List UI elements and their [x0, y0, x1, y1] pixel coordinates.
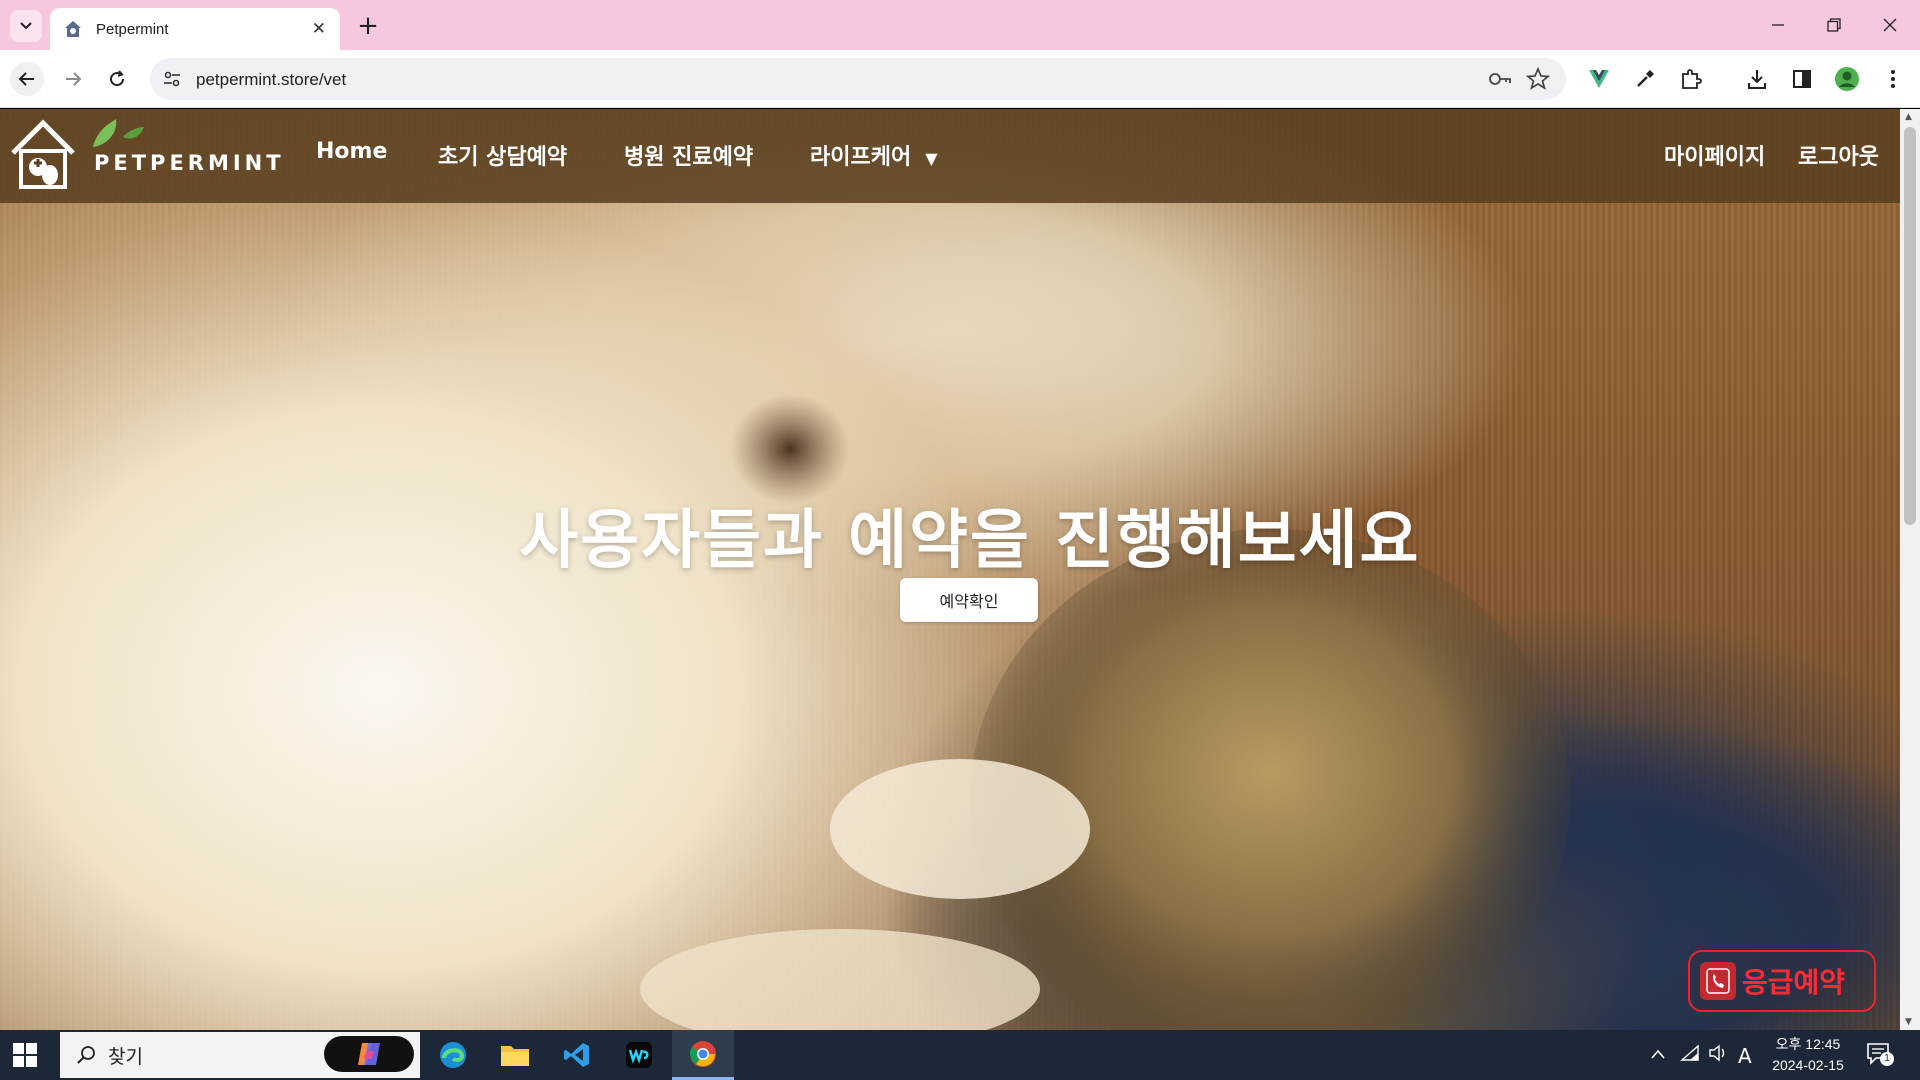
notification-count: 1 [1880, 1052, 1894, 1066]
clock-date: 2024-02-15 [1772, 1057, 1844, 1073]
address-bar[interactable]: petpermint.store/vet [150, 58, 1566, 100]
notification-center-button[interactable]: 1 [1866, 1042, 1896, 1068]
minimize-button[interactable] [1750, 0, 1806, 50]
input-method-indicator[interactable]: A [1738, 1044, 1752, 1068]
nav-lifecare-label: 라이프케어 [810, 145, 912, 170]
kebab-menu-icon[interactable] [1880, 66, 1906, 92]
nav-clinic-reservation[interactable]: 병원 진료예약 [624, 139, 753, 171]
browser-toolbar: petpermint.store/vet [0, 50, 1920, 108]
taskbar-webstorm[interactable] [610, 1030, 668, 1080]
restore-button[interactable] [1806, 0, 1862, 50]
hero-background-image: PETPERMINT Home 초기 상담예약 병원 진료예약 라이프케어 ▼ 마… [0, 109, 1900, 1030]
nav-home[interactable]: Home [316, 139, 387, 164]
page-scrollbar[interactable]: ▲ ▼ [1900, 109, 1920, 1030]
nav-logout[interactable]: 로그아웃 [1798, 139, 1879, 171]
side-panel-icon[interactable] [1789, 66, 1815, 92]
scroll-down-arrow-icon[interactable]: ▼ [1905, 1017, 1912, 1027]
close-window-button[interactable] [1862, 0, 1918, 50]
close-icon [1883, 18, 1897, 32]
back-button[interactable] [10, 62, 44, 96]
browser-tab[interactable]: Petpermint ✕ [50, 8, 340, 50]
volume-icon[interactable] [1708, 1044, 1728, 1067]
site-header: PETPERMINT Home 초기 상담예약 병원 진료예약 라이프케어 ▼ 마… [0, 109, 1900, 203]
nav-initial-consultation[interactable]: 초기 상담예약 [438, 139, 567, 171]
taskbar-clock[interactable]: 오후 12:45 2024-02-15 [1760, 1034, 1856, 1076]
vue-devtools-extension-icon[interactable] [1586, 66, 1612, 92]
petpermint-logo[interactable]: PETPERMINT [8, 117, 281, 197]
arrow-right-icon [66, 72, 82, 86]
nav-lifecare[interactable]: 라이프케어 ▼ [810, 139, 938, 171]
clock-time: 오후 12:45 [1775, 1036, 1841, 1052]
forward-button[interactable] [56, 62, 90, 96]
download-icon[interactable] [1744, 66, 1770, 92]
bookmark-star-icon[interactable] [1526, 67, 1550, 91]
edge-browser-icon [440, 1042, 466, 1068]
taskbar-edge[interactable] [424, 1030, 482, 1080]
chevron-down-icon [20, 22, 32, 30]
tab-close-button[interactable]: ✕ [312, 19, 326, 39]
phone-icon [1700, 962, 1736, 1000]
house-pet-logo-icon [11, 119, 75, 189]
windows-taskbar: 찾기 A 오후 12:45 2024-02-15 1 [0, 1030, 1920, 1080]
copilot-button[interactable] [324, 1036, 414, 1072]
nav-mypage[interactable]: 마이페이지 [1664, 139, 1765, 171]
dropdown-caret-icon: ▼ [925, 149, 938, 168]
scrollbar-thumb[interactable] [1904, 127, 1916, 525]
chrome-icon [690, 1040, 716, 1067]
show-hidden-icons-chevron-icon[interactable] [1650, 1044, 1666, 1065]
copilot-icon [358, 1043, 380, 1065]
arrow-left-icon [18, 72, 34, 86]
taskbar-file-explorer[interactable] [486, 1030, 544, 1080]
folder-icon [501, 1046, 529, 1066]
site-settings-icon [164, 71, 180, 87]
url-text: petpermint.store/vet [196, 70, 347, 89]
password-key-icon[interactable] [1488, 69, 1512, 89]
petpermint-favicon-icon [65, 21, 81, 37]
scroll-up-arrow-icon[interactable]: ▲ [1905, 112, 1912, 122]
extensions-puzzle-icon[interactable] [1678, 66, 1704, 92]
tab-title: Petpermint [96, 20, 169, 38]
emergency-label: 응급예약 [1742, 966, 1846, 999]
page-viewport: PETPERMINT Home 초기 상담예약 병원 진료예약 라이프케어 ▼ 마… [0, 109, 1900, 1030]
reload-icon [110, 70, 125, 87]
logo-text: PETPERMINT [94, 151, 285, 175]
profile-avatar-icon[interactable] [1834, 66, 1860, 92]
tab-search-button[interactable] [10, 10, 42, 42]
taskbar-chrome[interactable] [672, 1030, 734, 1080]
search-icon [77, 1046, 95, 1064]
hero-title: 사용자들과 예약을 진행해보세요 [519, 504, 1421, 578]
new-tab-button[interactable]: + [352, 10, 384, 42]
taskbar-search-text: 찾기 [108, 1045, 143, 1068]
reload-button[interactable] [100, 62, 134, 96]
emergency-reservation-button[interactable]: 응급예약 [1688, 950, 1876, 1012]
eyedropper-extension-icon[interactable] [1632, 66, 1658, 92]
browser-tab-strip: Petpermint ✕ + [0, 0, 1920, 50]
check-reservation-button[interactable]: 예약확인 [900, 578, 1038, 622]
webstorm-icon [626, 1042, 652, 1068]
restore-icon [1827, 18, 1841, 32]
network-icon[interactable] [1680, 1044, 1700, 1067]
taskbar-vscode[interactable] [548, 1030, 606, 1080]
windows-start-icon[interactable] [12, 1042, 38, 1068]
minimize-icon [1772, 24, 1784, 26]
vscode-icon [564, 1043, 589, 1067]
